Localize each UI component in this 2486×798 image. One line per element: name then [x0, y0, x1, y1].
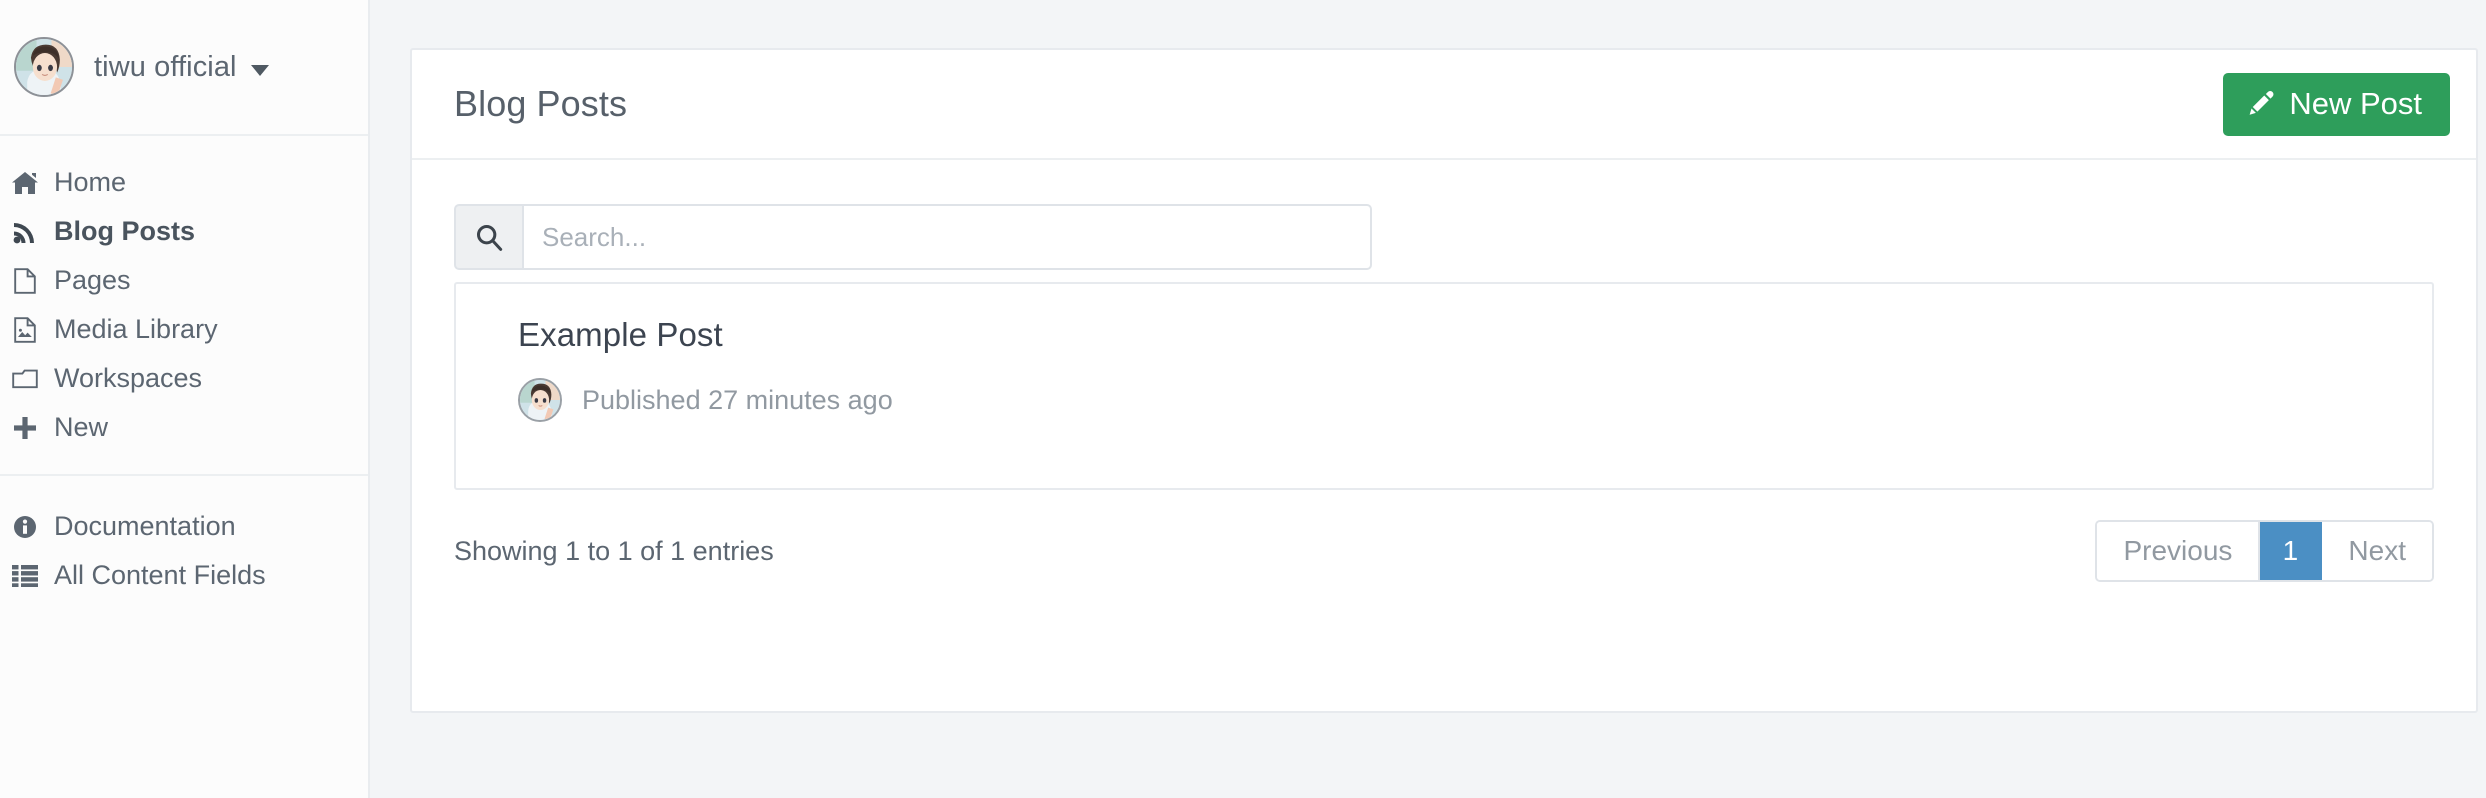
main-content: Blog Posts New Post Search... Example Po… [370, 0, 2486, 798]
rss-icon [8, 220, 42, 244]
sidebar: tiwu official Home Blog Posts Pages Medi… [0, 0, 370, 798]
card-header: Blog Posts New Post [412, 50, 2476, 160]
search-icon [475, 223, 503, 251]
pencil-icon [2247, 89, 2277, 119]
plus-icon [8, 416, 42, 440]
sidebar-item-label: Documentation [54, 511, 236, 541]
search-input[interactable] [522, 204, 1372, 270]
avatar [14, 37, 74, 97]
sidebar-item-all-content-fields[interactable]: All Content Fields [0, 551, 368, 600]
app-root: tiwu official Home Blog Posts Pages Medi… [0, 0, 2486, 798]
post-title: Example Post [518, 316, 723, 353]
page-title: Blog Posts [454, 83, 628, 124]
search-group [454, 204, 1372, 270]
new-post-label: New Post [2289, 86, 2422, 121]
sidebar-secondary-nav: Documentation All Content Fields [0, 474, 368, 600]
sidebar-item-label: Pages [54, 265, 131, 295]
list-footer: Showing 1 to 1 of 1 entries Previous 1 N… [454, 520, 2434, 582]
sidebar-item-media-library[interactable]: Media Library [0, 305, 368, 354]
pagination: Previous 1 Next [2095, 520, 2434, 582]
user-avatar-anime-icon [16, 39, 72, 95]
sidebar-item-workspaces[interactable]: Workspaces [0, 354, 368, 403]
image-file-icon [8, 316, 42, 343]
pagination-page-1[interactable]: 1 [2260, 522, 2323, 580]
sidebar-item-documentation[interactable]: Documentation [0, 502, 368, 551]
sidebar-item-home[interactable]: Home [0, 158, 368, 207]
home-icon [8, 171, 42, 195]
sidebar-item-new[interactable]: New [0, 403, 368, 452]
list-icon [8, 564, 42, 587]
user-avatar-anime-icon [520, 380, 560, 420]
sidebar-item-label: Media Library [54, 314, 218, 344]
post-list: Example Post Published 27 minutes ago [454, 282, 2434, 490]
entries-info: Showing 1 to 1 of 1 entries [454, 535, 774, 566]
sidebar-item-label: All Content Fields [54, 560, 266, 590]
post-published-text: Published 27 minutes ago [582, 384, 893, 415]
account-name: tiwu official [94, 50, 237, 83]
folder-icon [8, 368, 42, 390]
pagination-next[interactable]: Next [2322, 522, 2432, 580]
sidebar-item-label: New [54, 412, 109, 442]
sidebar-primary-nav: Home Blog Posts Pages Media Library Work… [0, 136, 368, 452]
sidebar-item-pages[interactable]: Pages [0, 256, 368, 305]
post-meta: Published 27 minutes ago [518, 378, 2432, 422]
new-post-button[interactable]: New Post [2223, 72, 2450, 136]
sidebar-item-label: Workspaces [54, 363, 203, 393]
blog-posts-card: Blog Posts New Post Search... Example Po… [410, 48, 2478, 713]
search-button[interactable] [454, 204, 522, 270]
sidebar-item-blog-posts[interactable]: Blog Posts [0, 207, 368, 256]
avatar [518, 378, 562, 422]
pagination-previous[interactable]: Previous [2097, 522, 2261, 580]
caret-down-icon[interactable] [250, 64, 269, 76]
info-circle-icon [8, 515, 42, 539]
account-switcher[interactable]: tiwu official [0, 0, 368, 136]
card-body: Example Post [412, 160, 2476, 582]
list-item[interactable]: Example Post Published 27 minutes ago [456, 284, 2432, 422]
sidebar-item-label: Blog Posts [54, 216, 196, 246]
sidebar-item-label: Home [54, 167, 127, 197]
file-icon [8, 267, 42, 294]
